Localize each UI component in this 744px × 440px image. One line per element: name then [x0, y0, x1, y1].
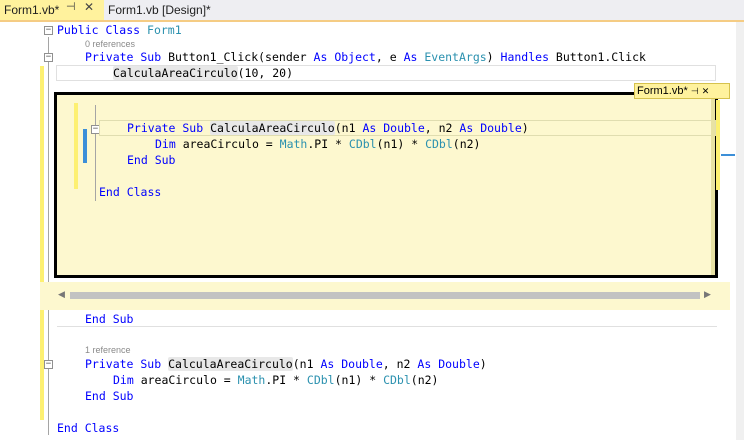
- code-line: Private Sub Button1_Click(sender As Obje…: [85, 50, 646, 64]
- code-line: Dim areaCirculo = Math.PI * CDbl(n1) * C…: [113, 373, 439, 387]
- selection-indicator: [83, 129, 87, 163]
- code-line: End Class: [57, 421, 120, 435]
- code-line: End Class: [99, 185, 162, 199]
- tab-label: Form1.vb*: [4, 3, 60, 17]
- close-icon[interactable]: ✕: [702, 86, 710, 96]
- vertical-scrollbar[interactable]: [736, 22, 744, 440]
- scroll-left-icon[interactable]: ◀: [58, 289, 65, 300]
- collapse-icon[interactable]: −: [44, 360, 53, 369]
- code-line: Private Sub CalculaAreaCirculo(n1 As Dou…: [85, 357, 487, 371]
- close-icon[interactable]: ✕: [84, 0, 94, 14]
- peek-definition-window[interactable]: − Private Sub CalculaAreaCirculo(n1 As D…: [54, 92, 718, 278]
- scroll-marker: [721, 154, 735, 156]
- collapse-icon[interactable]: −: [44, 53, 53, 62]
- code-line: CalculaAreaCirculo(10, 20): [113, 66, 294, 80]
- scroll-thumb[interactable]: [70, 292, 700, 299]
- code-line: Private Sub CalculaAreaCirculo(n1 As Dou…: [127, 121, 529, 135]
- method-separator: [57, 326, 717, 327]
- code-line: End Sub: [85, 389, 134, 403]
- code-line: End Sub: [127, 153, 176, 167]
- outline-line: [48, 37, 49, 435]
- pin-icon[interactable]: ⊣: [691, 86, 699, 96]
- peek-change-bar: [716, 100, 720, 190]
- tab-label: Form1.vb [Design]*: [108, 3, 211, 17]
- change-bar: [74, 103, 78, 189]
- code-line: Dim areaCirculo = Math.PI * CDbl(n1) * C…: [155, 137, 481, 151]
- peek-vertical-scrollbar[interactable]: [711, 95, 715, 275]
- code-line: End Sub: [85, 312, 134, 326]
- pin-icon[interactable]: ⊣: [66, 0, 76, 13]
- codelens-references[interactable]: 1 reference: [85, 344, 131, 356]
- selection-margin: [0, 22, 40, 440]
- tab-form1-design[interactable]: Form1.vb [Design]*: [104, 0, 224, 20]
- peek-horizontal-scrollbar[interactable]: ◀ ▶: [54, 288, 718, 304]
- outline-line: [95, 105, 96, 201]
- collapse-icon[interactable]: −: [44, 26, 53, 35]
- peek-file-tab[interactable]: Form1.vb* ⊣ ✕: [634, 83, 730, 99]
- scroll-right-icon[interactable]: ▶: [704, 289, 711, 300]
- code-line: Public Class Form1: [57, 23, 182, 37]
